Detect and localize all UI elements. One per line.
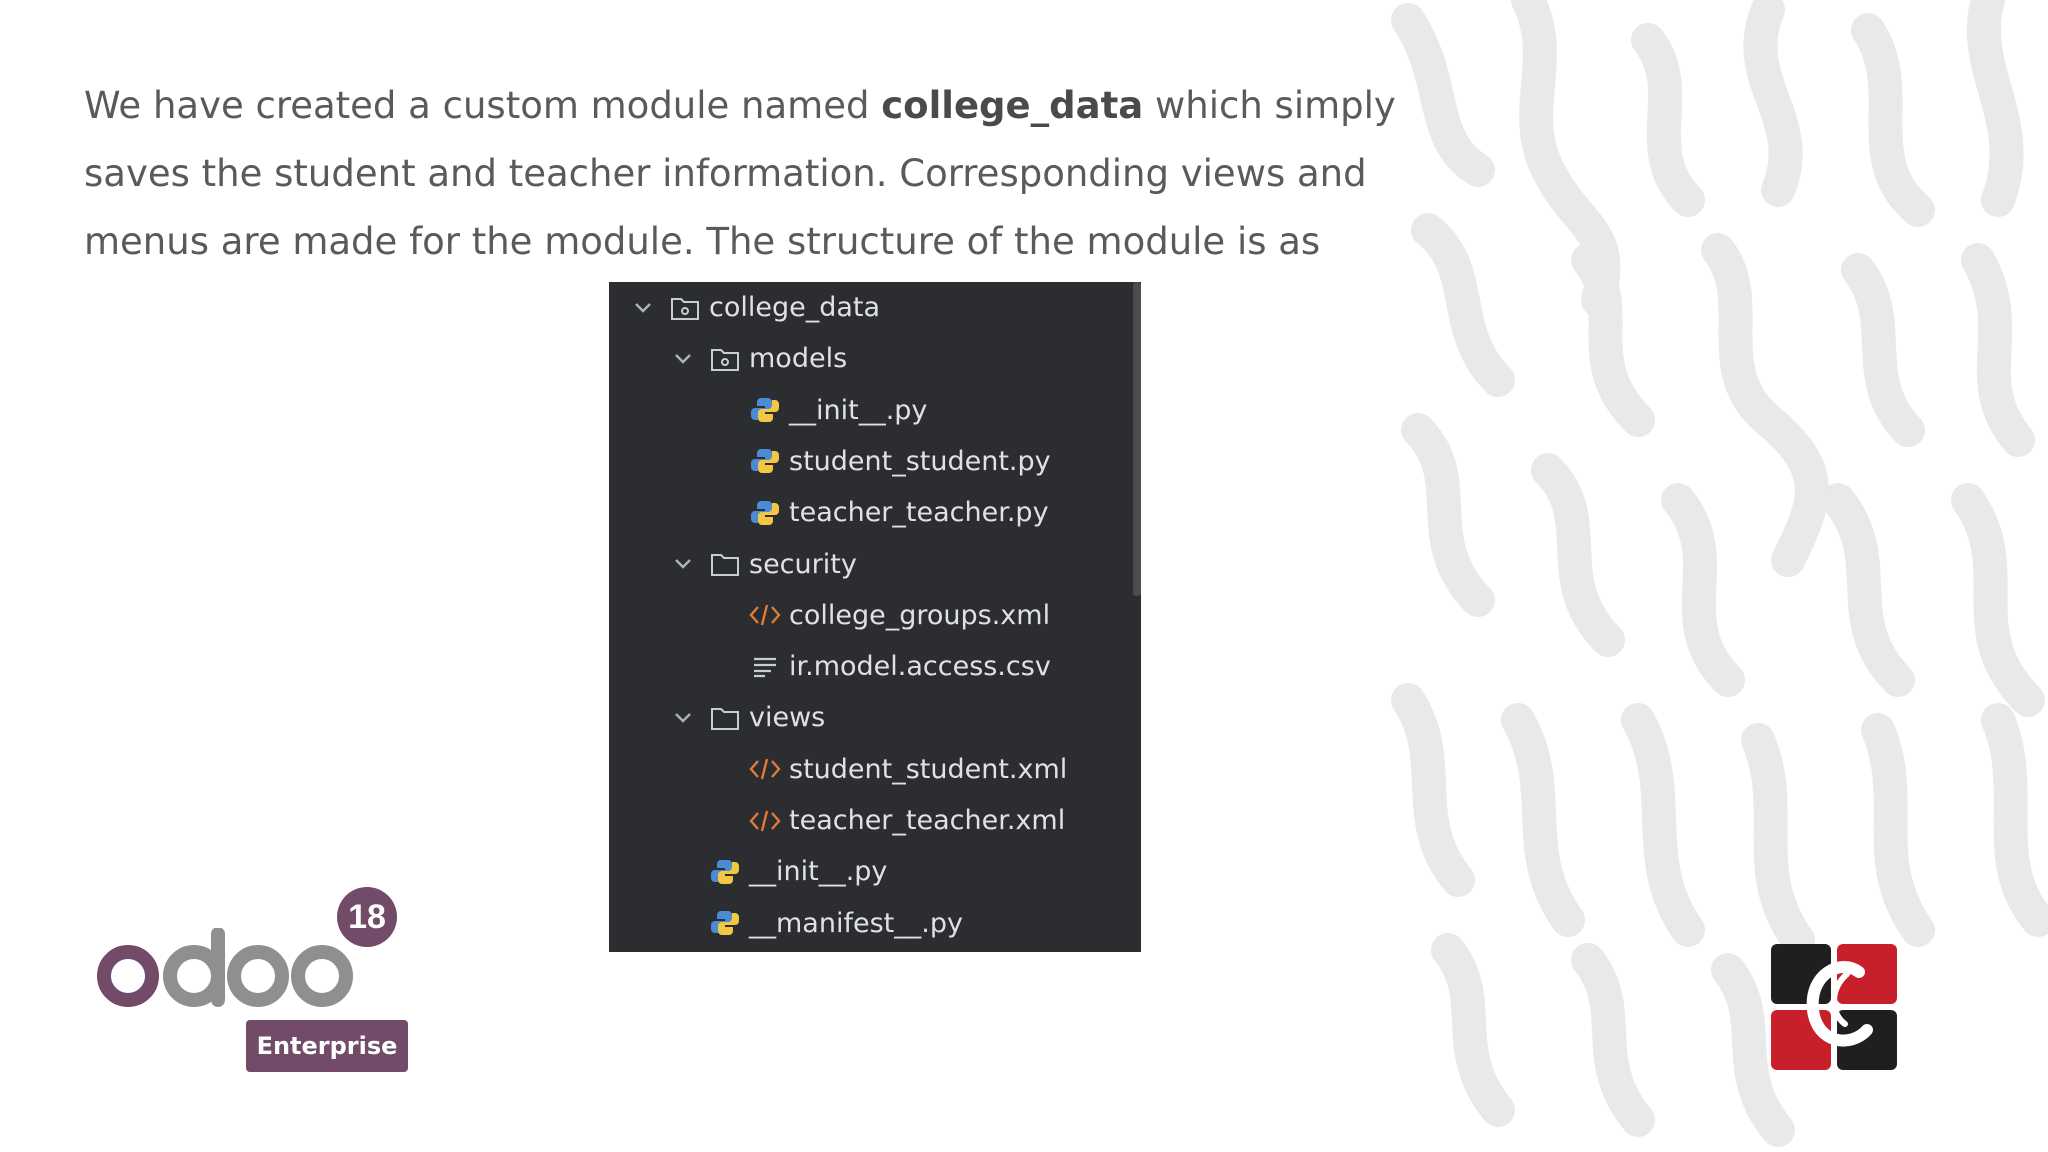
folder-icon bbox=[709, 702, 741, 734]
tree-item-label: teacher_teacher.xml bbox=[789, 805, 1066, 836]
tree-item[interactable]: college_data bbox=[631, 282, 1141, 333]
intro-text-start: We have created a custom module named bbox=[84, 84, 882, 127]
folder-icon bbox=[709, 548, 741, 580]
tree-item[interactable]: __manifest__.py bbox=[709, 898, 1141, 949]
tree-item[interactable]: student_student.py bbox=[749, 436, 1141, 487]
company-logo bbox=[1771, 944, 1897, 1070]
tree-item[interactable]: ir.model.access.csv bbox=[749, 641, 1141, 692]
tree-item-label: security bbox=[749, 548, 857, 580]
tree-item[interactable]: __init__.py bbox=[749, 385, 1141, 436]
tree-item[interactable]: security bbox=[671, 539, 1141, 590]
tree-item-label: models bbox=[749, 343, 848, 375]
tree-item-label: teacher_teacher.py bbox=[789, 497, 1049, 529]
file-tree-panel: college_datamodels __init__.py student_stu… bbox=[609, 282, 1141, 952]
background-swirl-pattern bbox=[1388, 0, 2048, 1152]
odoo-wordmark bbox=[97, 928, 353, 1007]
tree-item-label: __init__.py bbox=[789, 394, 928, 426]
python-file-icon bbox=[749, 394, 781, 426]
tree-item-label: ir.model.access.csv bbox=[789, 651, 1051, 683]
text-file-icon bbox=[749, 651, 781, 683]
tree-item-label: __manifest__.py bbox=[749, 907, 963, 939]
tree-item[interactable]: student_student.xml bbox=[749, 744, 1141, 795]
tree-item-label: student_student.xml bbox=[789, 753, 1068, 785]
tree-item[interactable]: teacher_teacher.xml bbox=[749, 795, 1141, 846]
chevron-down-icon[interactable] bbox=[671, 552, 695, 576]
python-file-icon bbox=[709, 856, 741, 888]
chevron-down-icon[interactable] bbox=[631, 296, 655, 320]
tree-item-label: college_groups.xml bbox=[789, 599, 1051, 631]
edition-badge: Enterprise bbox=[246, 1020, 408, 1072]
xml-file-icon bbox=[749, 599, 781, 631]
python-file-icon bbox=[709, 907, 741, 939]
package-folder-icon bbox=[709, 343, 741, 375]
package-folder-icon bbox=[669, 292, 701, 324]
tree-item-label: views bbox=[749, 702, 826, 734]
tree-item-label: student_student.py bbox=[789, 445, 1051, 477]
odoo-logo: 18 Enterprise bbox=[94, 882, 414, 1082]
module-name: college_data bbox=[881, 84, 1144, 127]
intro-paragraph: We have created a custom module named co… bbox=[84, 72, 1464, 276]
python-file-icon bbox=[749, 497, 781, 529]
tree-item-label: college_data bbox=[709, 292, 881, 323]
tree-item-label: __init__.py bbox=[749, 856, 888, 888]
chevron-down-icon[interactable] bbox=[671, 347, 695, 371]
python-file-icon bbox=[749, 445, 781, 477]
xml-file-icon bbox=[749, 753, 781, 785]
tree-item[interactable]: views bbox=[671, 692, 1141, 743]
version-badge: 18 bbox=[337, 887, 397, 947]
tree-item[interactable]: models bbox=[671, 333, 1141, 384]
xml-file-icon bbox=[749, 805, 781, 837]
tree-item[interactable]: college_groups.xml bbox=[749, 590, 1141, 641]
tree-item[interactable]: __init__.py bbox=[709, 846, 1141, 897]
chevron-down-icon[interactable] bbox=[671, 706, 695, 730]
tree-item[interactable]: teacher_teacher.py bbox=[749, 487, 1141, 538]
